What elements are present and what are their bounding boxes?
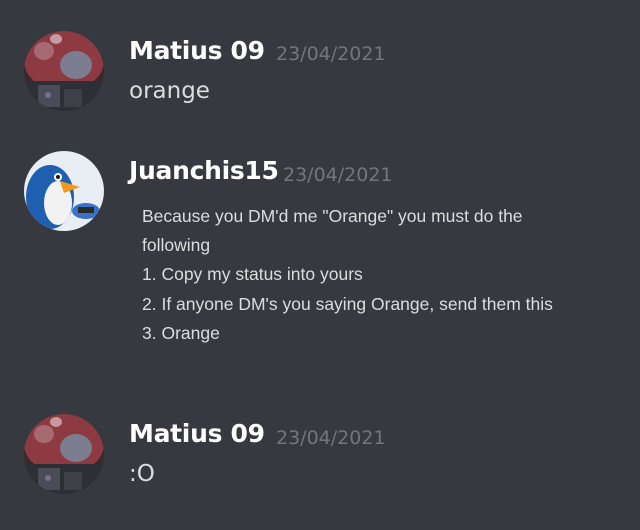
mushroom-avatar-icon[interactable] xyxy=(24,414,104,494)
mushroom-avatar-icon[interactable] xyxy=(24,31,104,111)
penguin-avatar-icon[interactable] xyxy=(24,151,104,231)
author-name[interactable]: Matius 09 xyxy=(129,419,265,448)
author-name[interactable]: Juanchis15 xyxy=(129,156,279,185)
message-text: :O xyxy=(129,461,155,487)
message-timestamp: 23/04/2021 xyxy=(283,164,393,186)
message-timestamp: 23/04/2021 xyxy=(276,427,386,449)
image-text-line: following xyxy=(142,235,211,256)
image-text-line: 2. If anyone DM's you saying Orange, sen… xyxy=(142,293,553,314)
message-text: orange xyxy=(129,78,210,104)
chat-window: { "messages": [ { "author": "Matius 09",… xyxy=(0,0,640,530)
author-name[interactable]: Matius 09 xyxy=(129,36,265,65)
image-text-line: Because you DM'd me "Orange" you must do… xyxy=(142,206,523,226)
attached-image-text[interactable]: Because you DM'd me "Orange" you must do… xyxy=(142,202,612,348)
message-timestamp: 23/04/2021 xyxy=(276,43,386,65)
image-text-line: 1. Copy my status into yours xyxy=(142,264,363,285)
image-text-line: 3. Orange xyxy=(142,322,220,343)
